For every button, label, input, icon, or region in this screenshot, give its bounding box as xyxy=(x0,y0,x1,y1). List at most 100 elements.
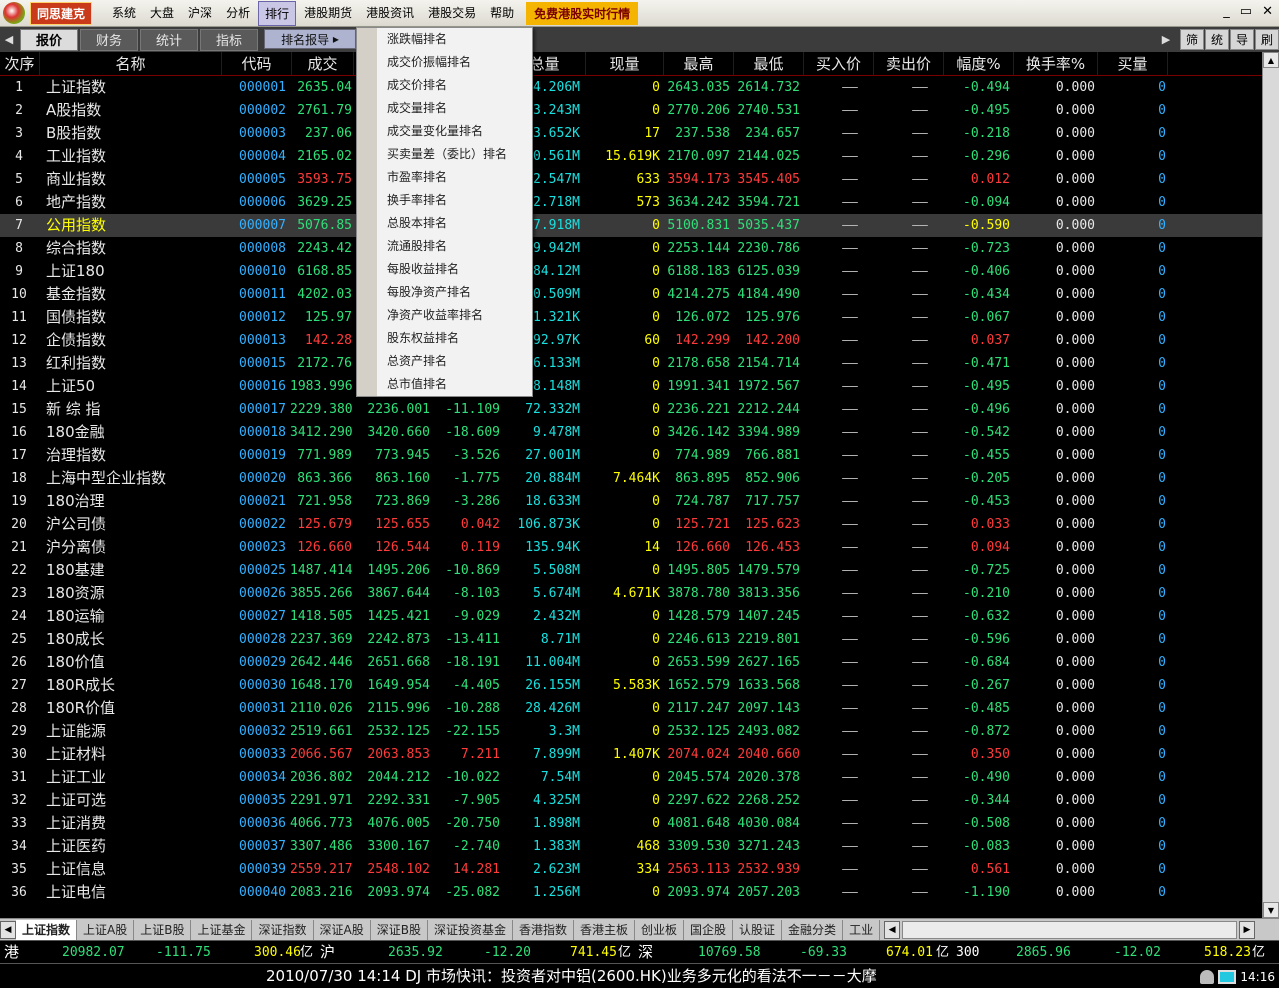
restore-icon[interactable]: ▭ xyxy=(1240,4,1252,19)
table-row[interactable]: 24 180运输 000027 1418.505 1425.421 -9.029 2.432… xyxy=(0,605,1262,628)
menu-item-6[interactable]: 港股资讯 xyxy=(360,1,420,26)
dropdown-item-11[interactable]: 每股净资产排名 xyxy=(387,281,471,304)
column-header-10[interactable]: 买入价 xyxy=(804,52,874,76)
dropdown-item-5[interactable]: 买卖量差（委比）排名 xyxy=(387,143,507,166)
dropdown-item-13[interactable]: 股东权益排名 xyxy=(387,327,459,350)
table-row[interactable]: 8 综合指数 000008 2243.42 9.942M 0 2253.144 2230.78… xyxy=(0,237,1262,260)
table-row[interactable]: 11 国债指数 000012 125.97 1.321K 0 126.072 125.976—… xyxy=(0,306,1262,329)
menu-item-3[interactable]: 分析 xyxy=(220,1,256,26)
sheet-tab-7[interactable]: 深证投资基金 xyxy=(428,919,513,940)
table-row[interactable]: 5 商业指数 000005 3593.75 2.547M 633 3594.173 3545.… xyxy=(0,168,1262,191)
table-row[interactable]: 16 180金融 000018 3412.290 3420.660 -18.609 9.47… xyxy=(0,421,1262,444)
close-icon[interactable]: ✕ xyxy=(1262,4,1273,19)
table-row[interactable]: 20 沪公司债 000022 125.679 125.655 0.042 106.873K 0… xyxy=(0,513,1262,536)
dropdown-item-2[interactable]: 成交价排名 xyxy=(387,74,447,97)
ranking-report-button[interactable]: 排名报导 ▸ xyxy=(264,29,356,49)
sheet-tab-0[interactable]: 上证指数 xyxy=(16,919,78,940)
table-row[interactable]: 3 B股指数 000003 237.06 3.652K 17 237.538 234.657—… xyxy=(0,122,1262,145)
news-ticker[interactable]: 2010/07/30 14:14 DJ 市场快讯：投资者对中铝(2600.HK)… xyxy=(266,964,877,988)
dropdown-item-1[interactable]: 成交价振幅排名 xyxy=(387,51,471,74)
dropdown-item-9[interactable]: 流通股排名 xyxy=(387,235,447,258)
dropdown-item-15[interactable]: 总市值排名 xyxy=(387,373,447,396)
sheet-scroll-track[interactable] xyxy=(902,920,1237,939)
table-row[interactable]: 17 治理指数 000019 771.989 773.945 -3.526 27.001M 0… xyxy=(0,444,1262,467)
tab-3[interactable]: 指标 xyxy=(200,28,258,51)
table-row[interactable]: 9 上证180 000010 6168.85 84.12M 0 6188.183 6125.0… xyxy=(0,260,1262,283)
sheet-tab-12[interactable]: 认股证 xyxy=(733,919,783,940)
menu-item-7[interactable]: 港股交易 xyxy=(422,1,482,26)
table-row[interactable]: 25 180成长 000028 2237.369 2242.873 -13.411 8.71… xyxy=(0,628,1262,651)
menu-item-2[interactable]: 沪深 xyxy=(182,1,218,26)
table-row[interactable]: 13 红利指数 000015 2172.76 6.133M 0 2178.658 2154.7… xyxy=(0,352,1262,375)
sheet-tab-5[interactable]: 深证A股 xyxy=(314,919,371,940)
table-row[interactable]: 34 上证医药 000037 3307.486 3300.167 -2.740 1.383M… xyxy=(0,835,1262,858)
sheet-tab-2[interactable]: 上证B股 xyxy=(134,919,192,940)
alarm-bell-icon[interactable] xyxy=(1200,969,1215,984)
sheet-scroll-left2-icon[interactable]: ◀ xyxy=(884,920,901,939)
tab-0[interactable]: 报价 xyxy=(20,28,78,51)
table-row[interactable]: 36 上证电信 000040 2083.216 2093.974 -25.082 1.256… xyxy=(0,881,1262,904)
table-row[interactable]: 32 上证可选 000035 2291.971 2292.331 -7.905 4.325M… xyxy=(0,789,1262,812)
column-header-1[interactable]: 名称 xyxy=(40,52,222,76)
table-row[interactable]: 23 180资源 000026 3855.266 3867.644 -8.103 5.674… xyxy=(0,582,1262,605)
table-row[interactable]: 21 沪分离债 000023 126.660 126.544 0.119 135.94K 14… xyxy=(0,536,1262,559)
table-row[interactable]: 31 上证工业 000034 2036.802 2044.212 -10.022 7.54M… xyxy=(0,766,1262,789)
sheet-tab-10[interactable]: 创业板 xyxy=(635,919,685,940)
menu-item-4[interactable]: 排行 xyxy=(258,0,297,26)
column-header-9[interactable]: 最低 xyxy=(734,52,804,76)
tab-1[interactable]: 财务 xyxy=(80,28,138,51)
column-header-14[interactable]: 买量 xyxy=(1098,52,1168,76)
sheet-tab-14[interactable]: 工业 xyxy=(843,919,881,940)
table-row[interactable]: 7 公用指数 000007 5076.85 7.918M 0 5100.831 5035.43… xyxy=(0,214,1262,237)
promo-button[interactable]: 免费港股实时行情 xyxy=(526,1,639,25)
sheet-tab-13[interactable]: 金融分类 xyxy=(782,919,844,940)
column-header-12[interactable]: 幅度% xyxy=(944,52,1014,76)
filter-button[interactable]: 筛 xyxy=(1180,29,1204,50)
dropdown-item-3[interactable]: 成交量排名 xyxy=(387,97,447,120)
dropdown-item-10[interactable]: 每股收益排名 xyxy=(387,258,459,281)
vertical-scrollbar[interactable]: ▲ ▼ xyxy=(1262,52,1279,918)
dropdown-item-0[interactable]: 涨跌幅排名 xyxy=(387,28,447,51)
table-row[interactable]: 12 企债指数 000013 142.28 92.97K 60 142.299 142.200… xyxy=(0,329,1262,352)
export-button[interactable]: 导 xyxy=(1230,29,1254,50)
menu-item-8[interactable]: 帮助 xyxy=(484,1,520,26)
table-row[interactable]: 35 上证信息 000039 2559.217 2548.102 14.281 2.623M… xyxy=(0,858,1262,881)
table-row[interactable]: 27 180R成长 000030 1648.170 1649.954 -4.405 26.1… xyxy=(0,674,1262,697)
sheet-tab-9[interactable]: 香港主板 xyxy=(574,919,635,940)
table-row[interactable]: 28 180R价值 000031 2110.026 2115.996 -10.288 28.… xyxy=(0,697,1262,720)
sheet-tab-8[interactable]: 香港指数 xyxy=(513,919,574,940)
table-row[interactable]: 1 上证指数 000001 2635.04 4.206M 0 2643.035 2614.73… xyxy=(0,76,1262,99)
table-row[interactable]: 18 上海中型企业指数 000020 863.366 863.160 -1.775 20.8… xyxy=(0,467,1262,490)
stats-button[interactable]: 统 xyxy=(1205,29,1229,50)
dropdown-item-8[interactable]: 总股本排名 xyxy=(387,212,447,235)
column-header-11[interactable]: 卖出价 xyxy=(874,52,944,76)
column-header-0[interactable]: 次序 xyxy=(0,52,40,76)
column-header-8[interactable]: 最高 xyxy=(664,52,734,76)
table-row[interactable]: 30 上证材料 000033 2066.567 2063.853 7.211 7.899M 1… xyxy=(0,743,1262,766)
tab-scroll-right-icon[interactable]: ▶ xyxy=(1157,29,1175,51)
table-row[interactable]: 4 工业指数 000004 2165.02 0.561M 15.619K 2170.097 2… xyxy=(0,145,1262,168)
monitor-icon[interactable] xyxy=(1218,969,1237,984)
dropdown-item-7[interactable]: 换手率排名 xyxy=(387,189,447,212)
tab-2[interactable]: 统计 xyxy=(140,28,198,51)
table-row[interactable]: 26 180价值 000029 2642.446 2651.668 -18.191 11.0… xyxy=(0,651,1262,674)
sheet-tab-6[interactable]: 深证B股 xyxy=(371,919,428,940)
sheet-scroll-left-icon[interactable]: ◀ xyxy=(0,920,16,939)
minimize-icon[interactable]: _ xyxy=(1223,4,1230,19)
table-row[interactable]: 10 基金指数 000011 4202.03 0.509M 0 4214.275 4184.4… xyxy=(0,283,1262,306)
column-header-3[interactable]: 成交 xyxy=(292,52,354,76)
sheet-tab-1[interactable]: 上证A股 xyxy=(77,919,135,940)
menu-item-1[interactable]: 大盘 xyxy=(144,1,180,26)
dropdown-item-12[interactable]: 净资产收益率排名 xyxy=(387,304,483,327)
sheet-tab-4[interactable]: 深证指数 xyxy=(252,919,314,940)
dropdown-item-14[interactable]: 总资产排名 xyxy=(387,350,447,373)
sheet-tab-3[interactable]: 上证基金 xyxy=(191,919,253,940)
menu-item-5[interactable]: 港股期货 xyxy=(298,1,358,26)
dropdown-item-4[interactable]: 成交量变化量排名 xyxy=(387,120,483,143)
table-row[interactable]: 19 180治理 000021 721.958 723.869 -3.286 18.633M… xyxy=(0,490,1262,513)
scroll-down-icon[interactable]: ▼ xyxy=(1263,902,1279,918)
column-header-7[interactable]: 现量 xyxy=(586,52,664,76)
table-row[interactable]: 22 180基建 000025 1487.414 1495.206 -10.869 5.50… xyxy=(0,559,1262,582)
table-row[interactable]: 33 上证消费 000036 4066.773 4076.005 -20.750 1.898… xyxy=(0,812,1262,835)
tab-scroll-left-icon[interactable]: ◀ xyxy=(0,29,18,51)
